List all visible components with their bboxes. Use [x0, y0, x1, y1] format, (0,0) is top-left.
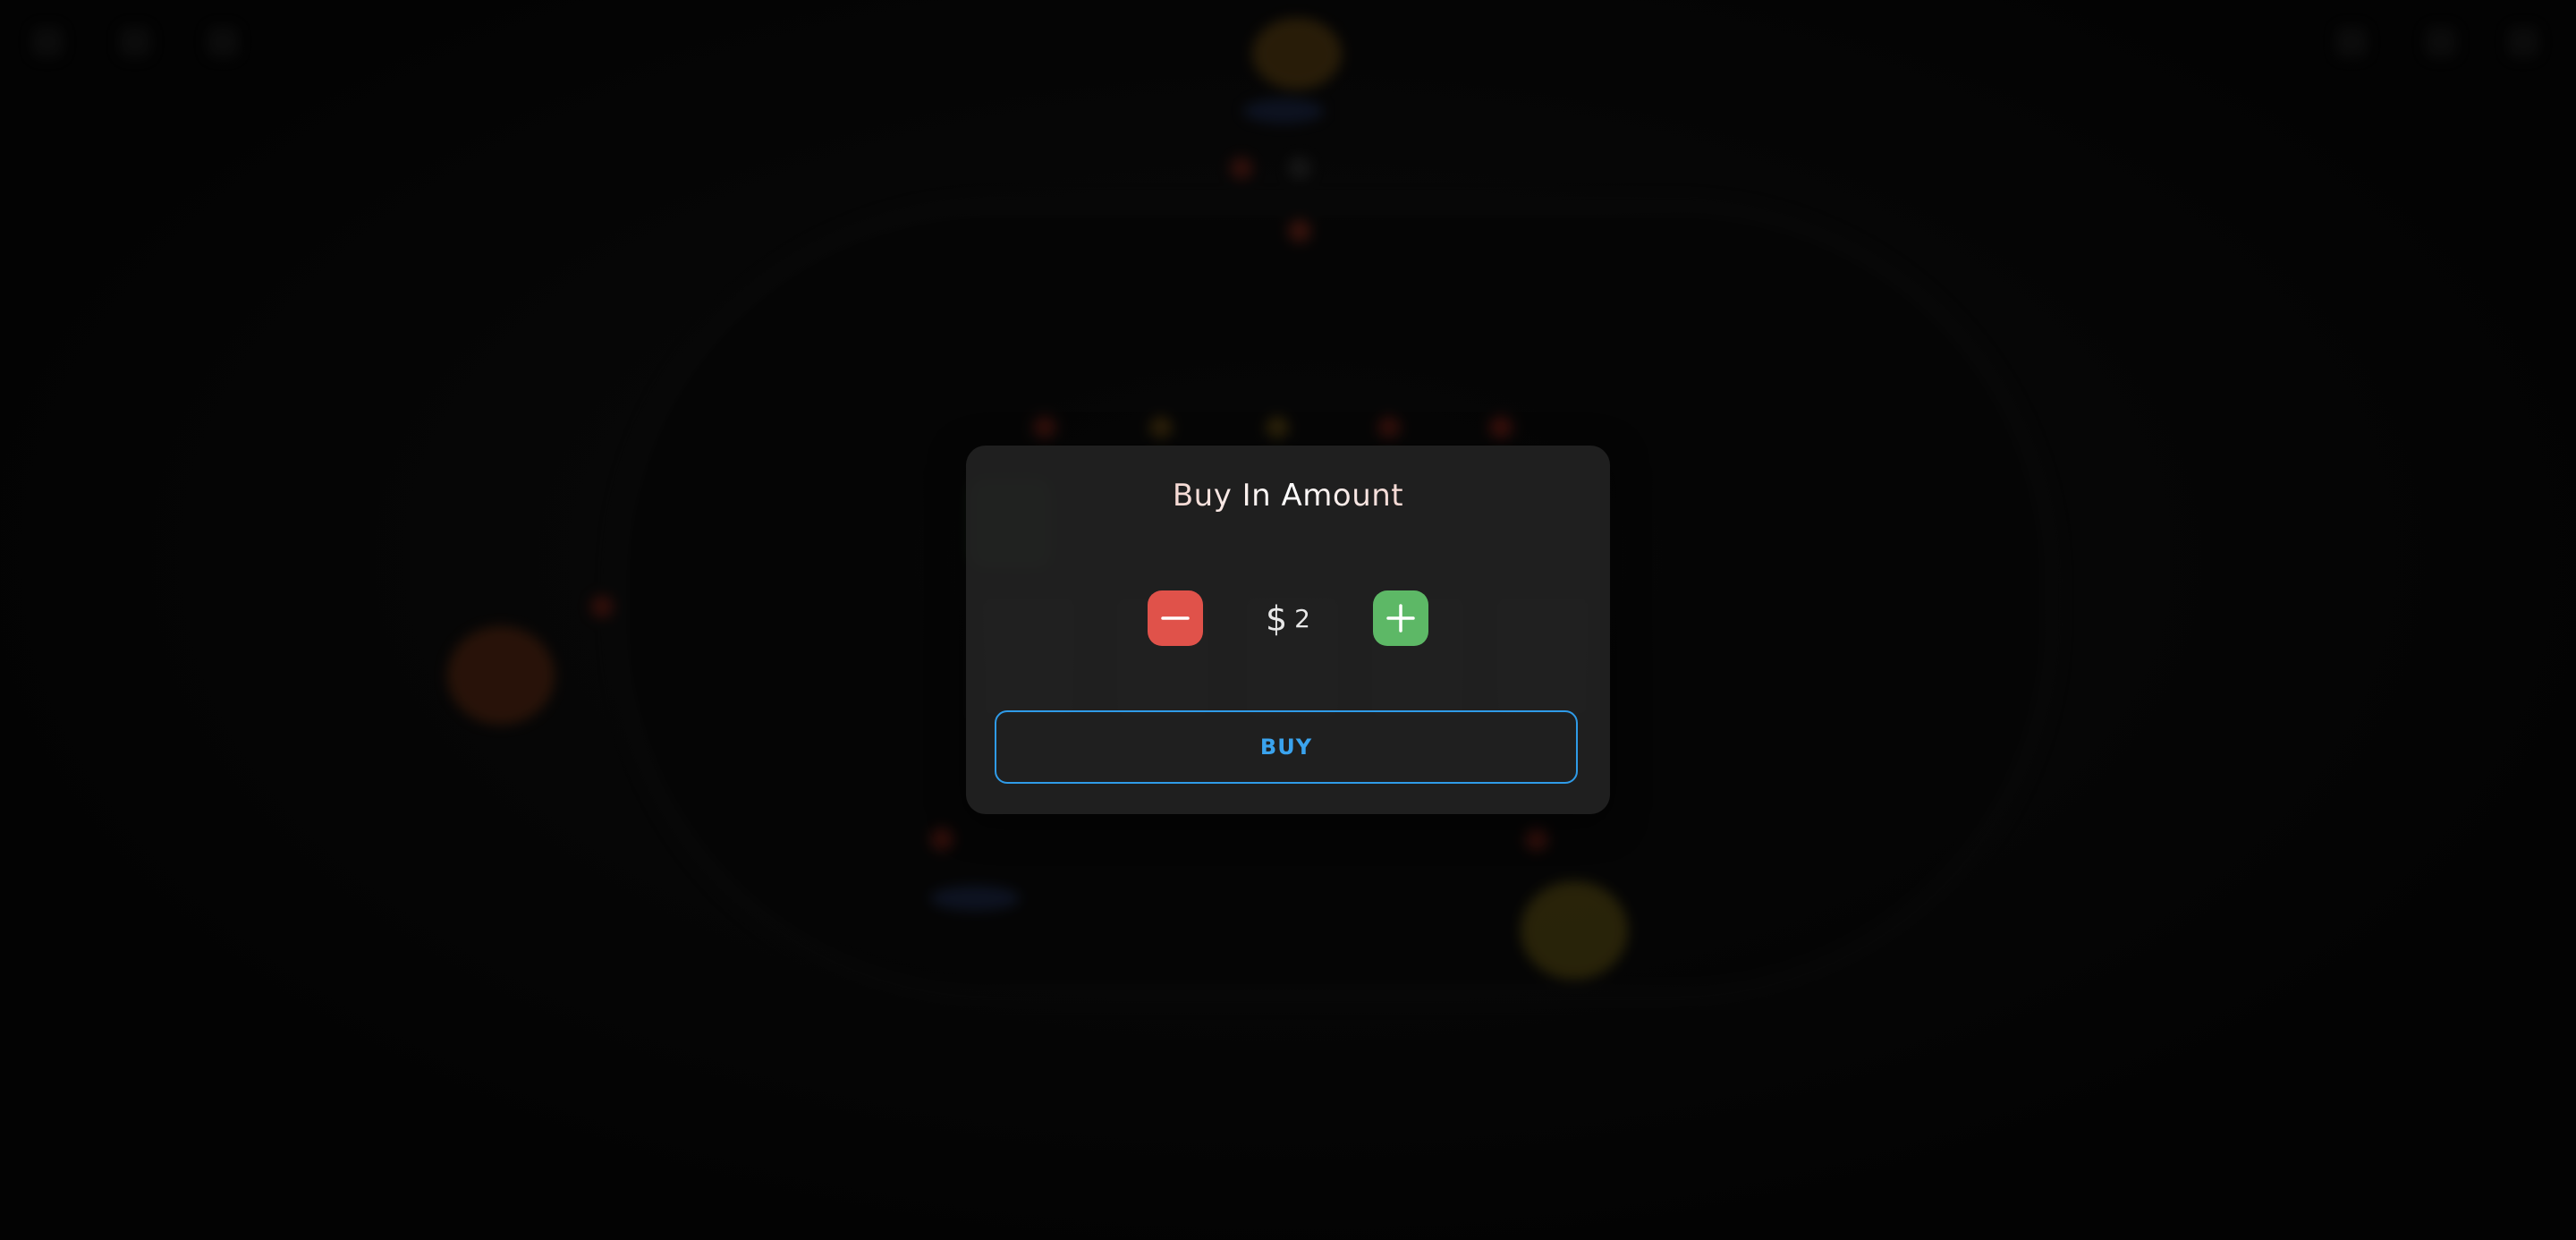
buy-in-dialog: Buy In Amount $2 BUY [966, 446, 1610, 814]
minus-icon [1161, 616, 1190, 620]
amount-value: 2 [1294, 603, 1310, 633]
dialog-title: Buy In Amount [966, 478, 1610, 514]
plus-icon [1386, 604, 1415, 633]
game-screen: Buy In Amount $2 BUY [0, 0, 2576, 1240]
decrement-button[interactable] [1148, 590, 1203, 646]
amount-display: $2 [1234, 590, 1342, 646]
buy-button[interactable]: BUY [995, 710, 1578, 784]
amount-stepper: $2 [966, 590, 1610, 646]
increment-button[interactable] [1373, 590, 1428, 646]
currency-symbol: $ [1265, 599, 1288, 639]
